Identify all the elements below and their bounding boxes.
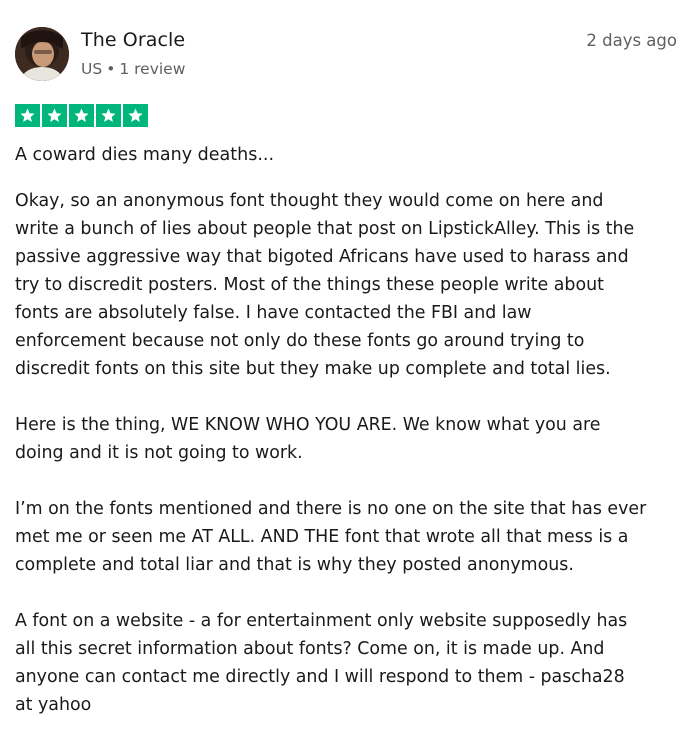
review-line: met me or seen me AT ALL. AND THE font t… bbox=[15, 527, 629, 547]
review-line: write a bunch of lies about people that … bbox=[15, 219, 635, 239]
review-date: 2 days ago bbox=[586, 31, 677, 50]
review-card: The Oracle US • 1 review 2 days ago A cowa… bbox=[0, 0, 693, 721]
review-line: I’m on the fonts mentioned and there is … bbox=[15, 499, 647, 519]
star-icon bbox=[96, 104, 121, 127]
review-line: A font on a website - a for entertainmen… bbox=[15, 611, 628, 631]
review-line: at yahoo bbox=[15, 695, 92, 715]
star-icon bbox=[42, 104, 67, 127]
star-icon bbox=[123, 104, 148, 127]
author-meta: US • 1 review bbox=[81, 60, 185, 78]
review-paragraph: I’m on the fonts mentioned and there is … bbox=[15, 495, 685, 579]
review-line: try to discredit posters. Most of the th… bbox=[15, 275, 604, 295]
meta-separator: • bbox=[106, 60, 116, 78]
review-paragraph: Here is the thing, WE KNOW WHO YOU ARE. … bbox=[15, 411, 685, 467]
avatar[interactable] bbox=[15, 27, 69, 81]
review-line: complete and total liar and that is why … bbox=[15, 555, 574, 575]
review-paragraph: Okay, so an anonymous font thought they … bbox=[15, 187, 685, 383]
review-line: Okay, so an anonymous font thought they … bbox=[15, 191, 604, 211]
star-icon bbox=[69, 104, 94, 127]
review-body: Okay, so an anonymous font thought they … bbox=[15, 187, 685, 747]
review-line: doing and it is not going to work. bbox=[15, 443, 303, 463]
review-line: enforcement because not only do these fo… bbox=[15, 331, 585, 351]
author-review-count: 1 review bbox=[119, 60, 186, 78]
review-line: Here is the thing, WE KNOW WHO YOU ARE. … bbox=[15, 415, 601, 435]
review-paragraph: A font on a website - a for entertainmen… bbox=[15, 607, 685, 719]
review-line: all this secret information about fonts?… bbox=[15, 639, 605, 659]
review-title: A coward dies many deaths... bbox=[15, 145, 275, 165]
star-icon bbox=[15, 104, 40, 127]
author-name[interactable]: The Oracle bbox=[81, 29, 185, 51]
avatar-image bbox=[15, 27, 69, 81]
review-line: fonts are absolutely false. I have conta… bbox=[15, 303, 532, 323]
star-rating bbox=[15, 104, 148, 127]
review-line: anyone can contact me directly and I wil… bbox=[15, 667, 625, 687]
review-line: passive aggressive way that bigoted Afri… bbox=[15, 247, 629, 267]
review-line: discredit fonts on this site but they ma… bbox=[15, 359, 611, 379]
author-country: US bbox=[81, 60, 103, 78]
